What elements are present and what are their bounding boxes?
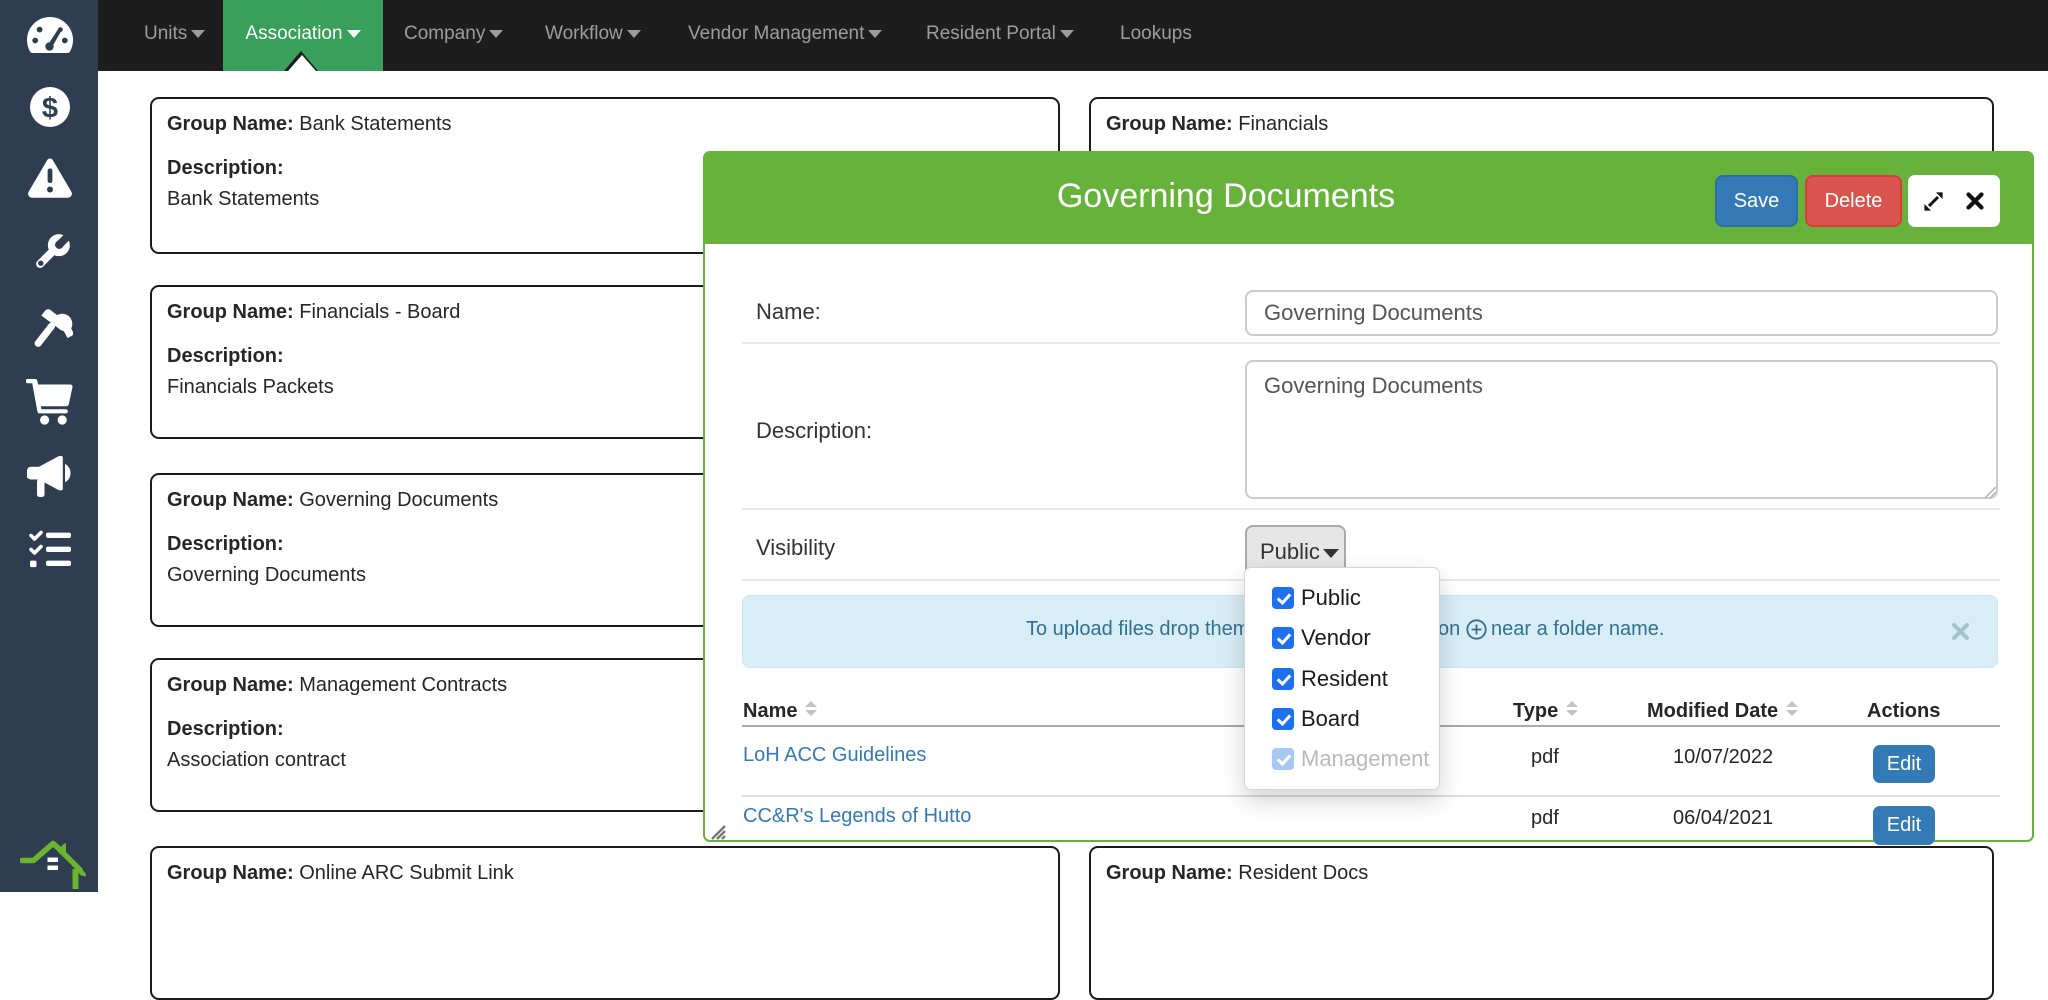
svg-text:$: $: [42, 93, 58, 125]
